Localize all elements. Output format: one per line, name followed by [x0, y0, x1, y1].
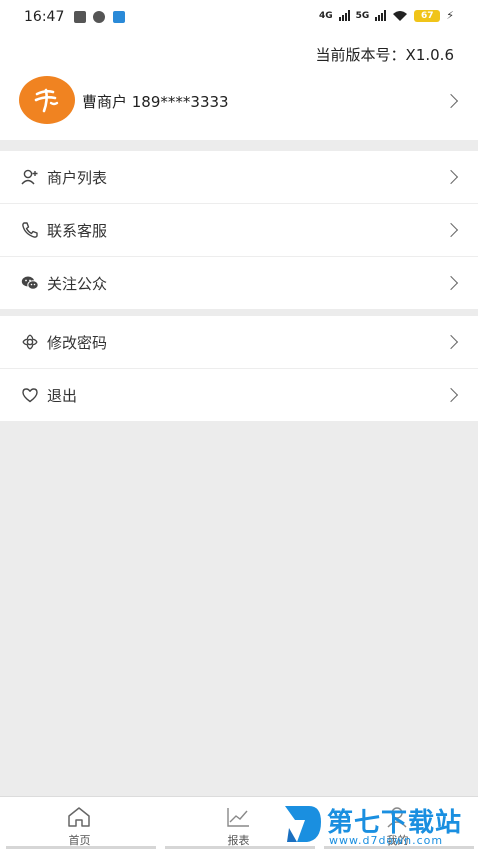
- version-label: 当前版本号：X1.0.6: [315, 46, 454, 64]
- watermark: 第七下载站 www.d7down.com: [283, 800, 473, 848]
- charging-icon: ⚡: [446, 9, 454, 22]
- battery-icon: 67: [414, 9, 441, 22]
- menu-item-label: 联系客服: [47, 222, 108, 240]
- menu-item-contact-support[interactable]: 联系客服: [0, 204, 478, 257]
- app-notification-icon: [74, 11, 86, 23]
- menu-item-merchant-list[interactable]: 商户列表: [0, 151, 478, 204]
- person-add-icon: [21, 169, 38, 185]
- menu-item-label: 退出: [47, 387, 78, 405]
- chevron-right-icon: [443, 334, 459, 350]
- phone-icon: [22, 222, 38, 238]
- flower-icon: [22, 334, 38, 350]
- chevron-right-icon: [443, 222, 459, 238]
- home-icon: [68, 807, 90, 827]
- menu-group-secondary: 修改密码 退出: [0, 316, 478, 421]
- d7down-logo-icon: [285, 806, 321, 842]
- status-time: 16:47: [24, 9, 65, 25]
- heart-icon: [22, 388, 38, 403]
- watermark-url: www.d7down.com: [329, 834, 444, 847]
- profile-row[interactable]: 曹商户 189****3333: [0, 74, 478, 128]
- wifi-icon: [393, 10, 408, 21]
- network-5g-label: 5G: [355, 10, 370, 21]
- avatar: [19, 76, 75, 124]
- tab-indicator-home: [6, 846, 156, 849]
- network-4g-label: 4G: [318, 10, 333, 21]
- menu-item-change-password[interactable]: 修改密码: [0, 316, 478, 369]
- menu-item-label: 修改密码: [47, 334, 108, 352]
- map-notification-icon: [113, 11, 125, 23]
- chart-icon: [227, 808, 249, 827]
- signal-icon: [338, 10, 350, 21]
- tab-home[interactable]: 首页: [0, 797, 159, 851]
- status-bar: 16:47 4G 5G 67 ⚡: [0, 0, 478, 34]
- signal-icon-2: [375, 10, 387, 21]
- menu-group-primary: 商户列表 联系客服 关注公众: [0, 151, 478, 309]
- chevron-right-icon: [443, 93, 459, 109]
- merchant-logo-icon: [34, 88, 59, 113]
- profile-name: 曹商户 189****3333: [82, 93, 229, 111]
- status-right: 4G 5G 67 ⚡: [319, 9, 454, 22]
- chevron-right-icon: [443, 169, 459, 185]
- wechat-icon: [21, 276, 39, 290]
- chevron-right-icon: [443, 387, 459, 403]
- chevron-right-icon: [443, 275, 459, 291]
- message-notification-icon: [93, 11, 105, 23]
- menu-item-follow-official[interactable]: 关注公众: [0, 257, 478, 309]
- menu-item-logout[interactable]: 退出: [0, 369, 478, 421]
- menu-item-label: 商户列表: [47, 169, 108, 187]
- top-panel: 16:47 4G 5G 67 ⚡ 当前版本号：X1.0.6 曹商户 189***: [0, 0, 478, 140]
- menu-item-label: 关注公众: [47, 275, 108, 293]
